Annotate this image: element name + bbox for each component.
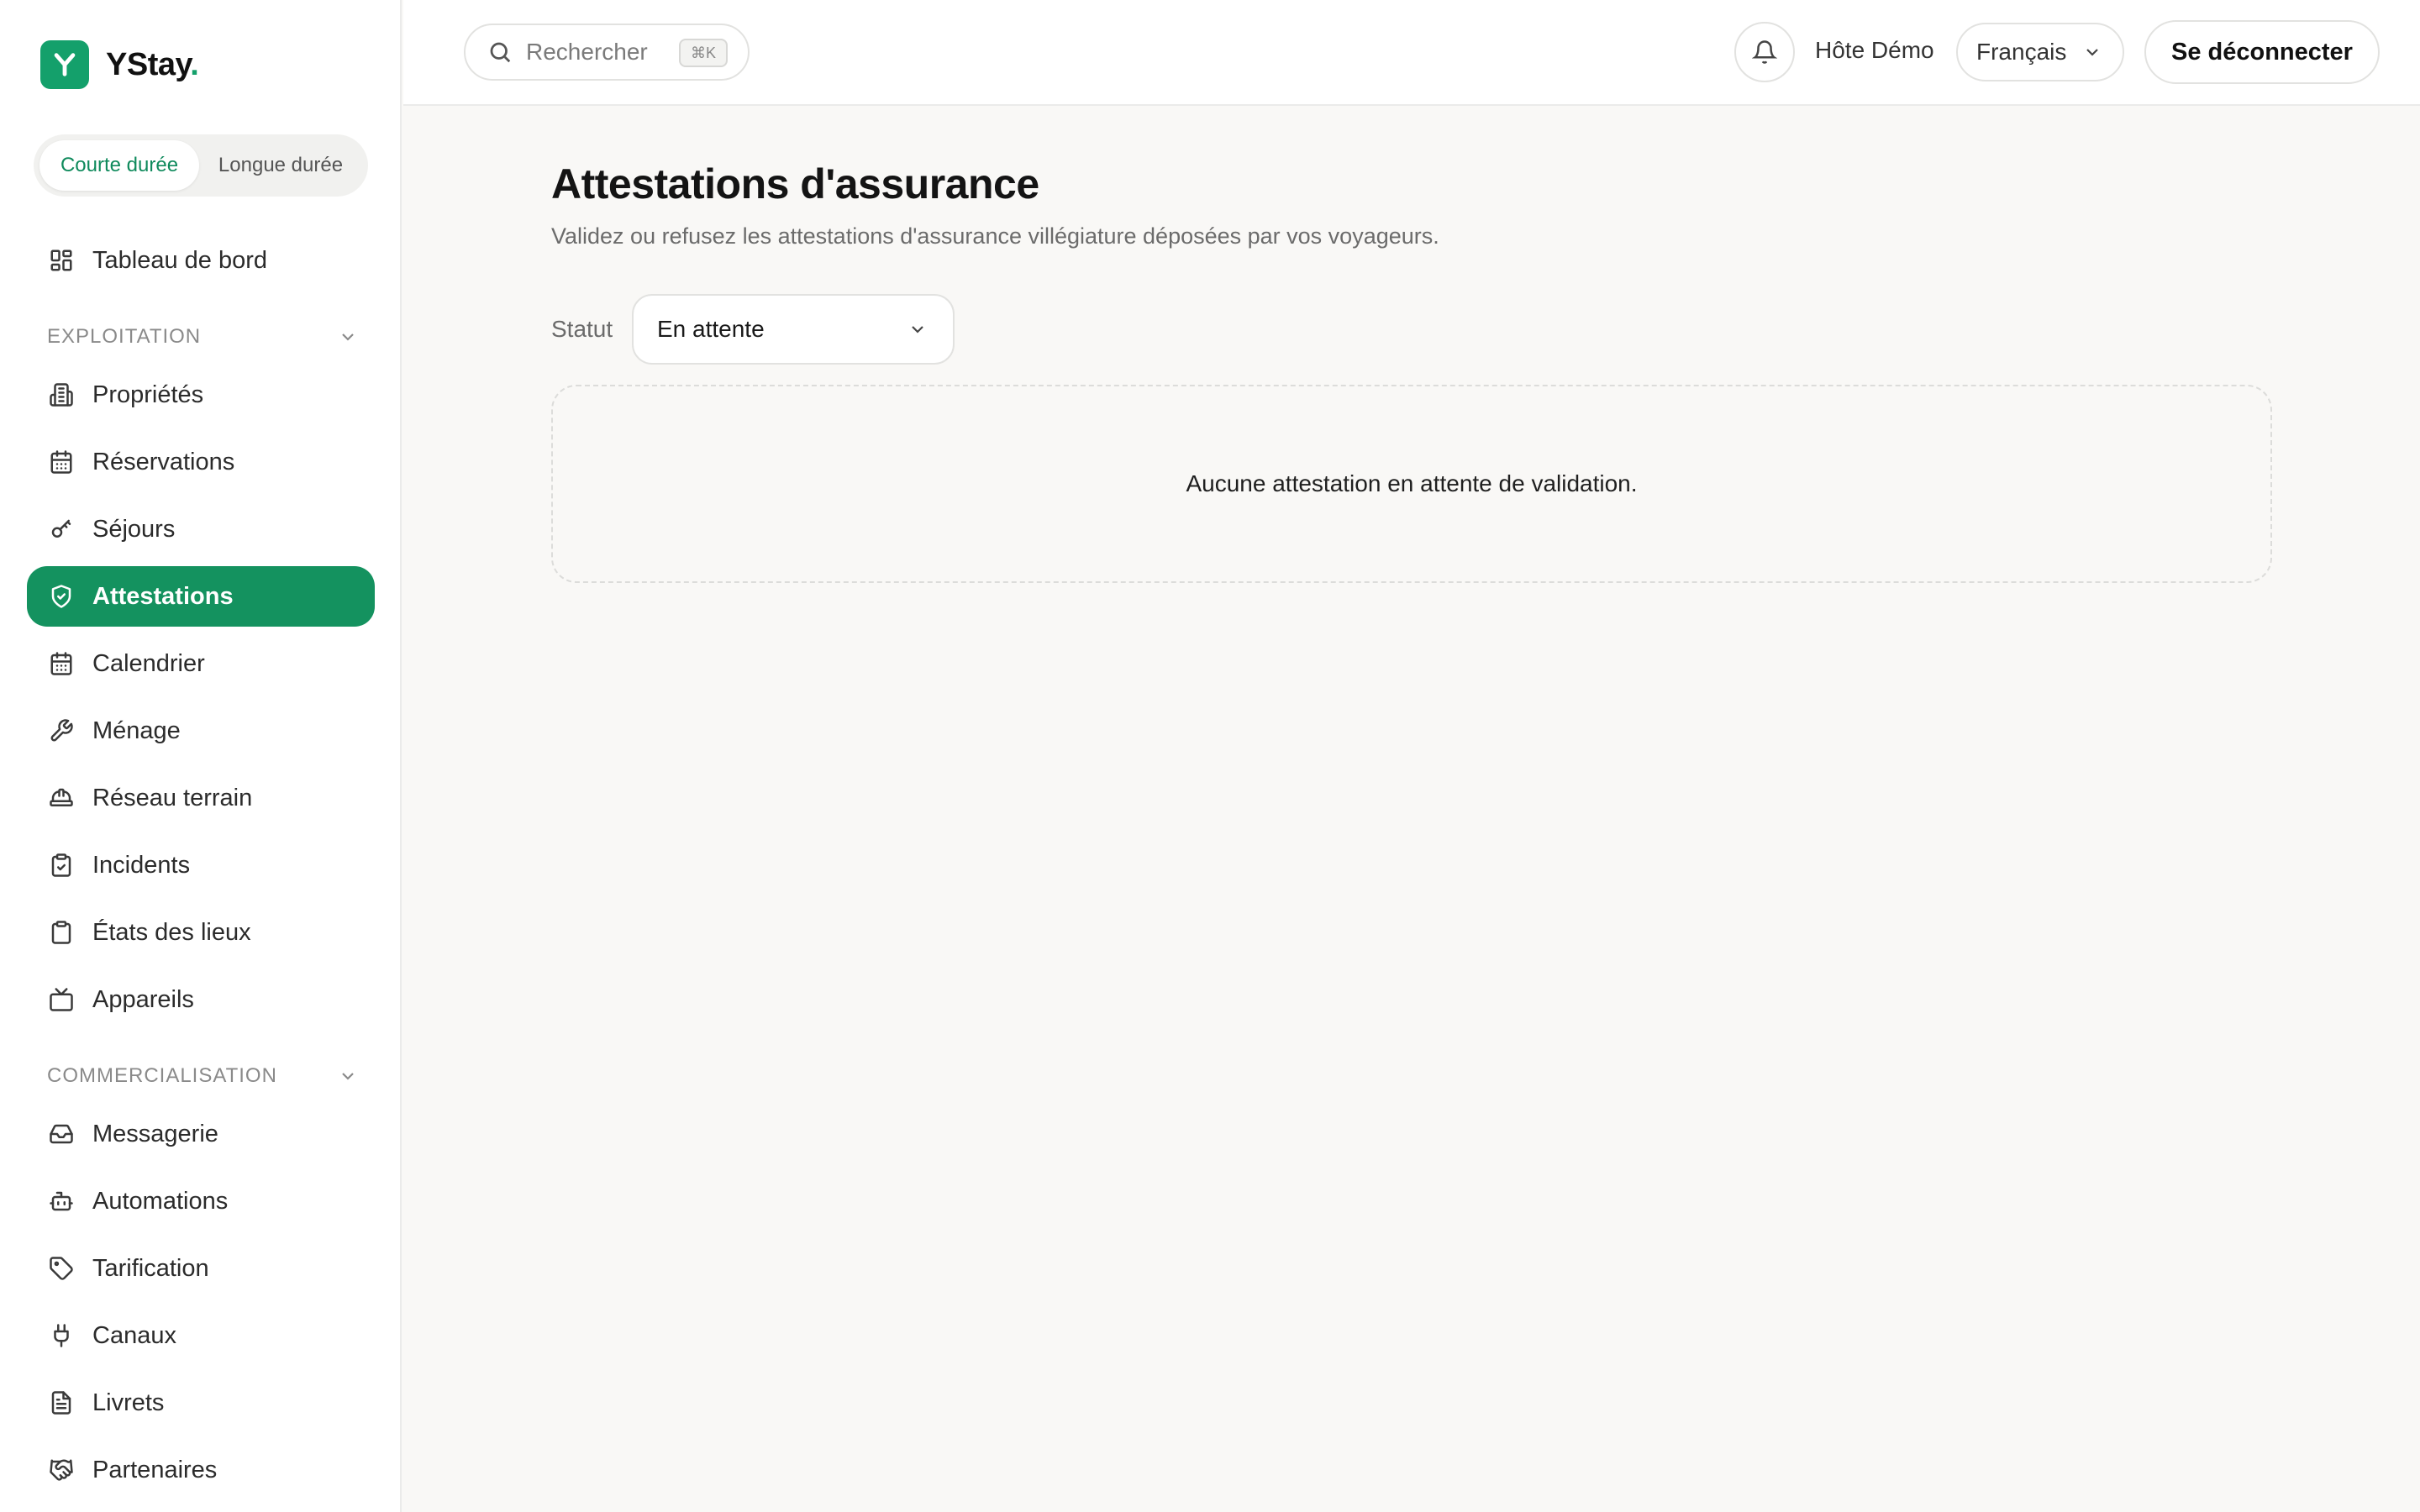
search-shortcut-badge: ⌘K — [678, 39, 728, 67]
sidebar-item-calendrier[interactable]: Calendrier — [27, 633, 375, 694]
topbar: ⌘K Hôte Démo Français Se déconnecter — [403, 0, 2420, 106]
sidebar-item-livrets[interactable]: Livrets — [27, 1373, 375, 1433]
sidebar-item-automations[interactable]: Automations — [27, 1171, 375, 1231]
section-exploitation[interactable]: EXPLOITATION — [47, 320, 358, 354]
sidebar-item-label: Tarification — [92, 1254, 209, 1282]
tag-icon — [47, 1254, 76, 1283]
sidebar-item-label: Automations — [92, 1187, 229, 1215]
section-commercialisation[interactable]: COMMERCIALISATION — [47, 1059, 358, 1093]
chevron-down-icon — [342, 1073, 354, 1080]
file-text-icon — [47, 1389, 76, 1417]
sidebar-item-label: Séjours — [92, 515, 176, 543]
language-select[interactable]: Français — [1956, 23, 2124, 81]
sidebar-item-label: Ménage — [92, 717, 181, 744]
wrench-icon — [47, 717, 76, 745]
chevron-down-icon — [912, 326, 923, 333]
bell-icon — [1752, 40, 1777, 64]
search-icon — [490, 42, 511, 63]
calendar-icon — [47, 649, 76, 678]
sidebar-item-menage[interactable]: Ménage — [27, 701, 375, 761]
brand[interactable]: YStay. — [40, 40, 199, 89]
sidebar-item-label: Partenaires — [92, 1456, 218, 1483]
user-name: Hôte Démo — [1815, 37, 1934, 63]
notifications-button[interactable] — [1734, 22, 1795, 82]
sidebar-item-messagerie[interactable]: Messagerie — [27, 1104, 375, 1164]
page-title: Attestations d'assurance — [551, 160, 1039, 207]
sidebar-item-label: Calendrier — [92, 649, 205, 677]
language-value: Français — [1976, 39, 2067, 65]
brand-name: YStay. — [106, 46, 199, 82]
mode-long-term-button[interactable]: Longue durée — [199, 140, 362, 191]
sidebar-item-label: Messagerie — [92, 1120, 218, 1147]
bot-icon — [47, 1187, 76, 1215]
sidebar-item-etats-des-lieux[interactable]: États des lieux — [27, 902, 375, 963]
sidebar-item-label: Attestations — [92, 582, 234, 610]
sidebar-item-label: Réservations — [92, 448, 235, 475]
sidebar-item-label: Canaux — [92, 1321, 176, 1349]
search-input[interactable] — [526, 39, 669, 66]
section-title: COMMERCIALISATION — [47, 1064, 277, 1087]
tv-icon — [47, 985, 76, 1014]
sidebar-item-label: Propriétés — [92, 381, 204, 408]
status-filter-label: Statut — [551, 316, 613, 342]
empty-state-message: Aucune attestation en attente de validat… — [1186, 470, 1638, 496]
mode-short-term-button[interactable]: Courte durée — [39, 140, 199, 191]
chevron-down-icon — [342, 333, 354, 341]
sidebar-item-label: États des lieux — [92, 918, 251, 946]
sidebar-item-sejours[interactable]: Séjours — [27, 499, 375, 559]
page-subtitle: Validez ou refusez les attestations d'as… — [551, 223, 1439, 249]
clipboard-icon — [47, 918, 76, 947]
dashboard-icon — [47, 246, 76, 275]
building-icon — [47, 381, 76, 409]
sidebar-item-label: Réseau terrain — [92, 784, 253, 811]
handshake-icon — [47, 1456, 76, 1484]
chevron-down-icon — [2086, 49, 2098, 56]
sidebar-item-tarification[interactable]: Tarification — [27, 1238, 375, 1299]
sidebar-item-canaux[interactable]: Canaux — [27, 1305, 375, 1366]
sidebar-item-incidents[interactable]: Incidents — [27, 835, 375, 895]
sidebar-item-reservations[interactable]: Réservations — [27, 432, 375, 492]
sidebar-item-reseau-terrain[interactable]: Réseau terrain — [27, 768, 375, 828]
sidebar-item-partenaires[interactable]: Partenaires — [27, 1440, 375, 1500]
empty-state: Aucune attestation en attente de validat… — [551, 385, 2272, 583]
status-filter-select[interactable]: En attente — [632, 294, 955, 365]
hardhat-icon — [47, 784, 76, 812]
sidebar: YStay. Courte durée Longue durée Tableau… — [0, 0, 402, 1512]
rental-mode-toggle: Courte durée Longue durée — [34, 134, 368, 197]
shield-check-icon — [47, 582, 76, 611]
sidebar-item-label: Livrets — [92, 1389, 165, 1416]
sidebar-item-label: Appareils — [92, 985, 194, 1013]
sidebar-item-proprietes[interactable]: Propriétés — [27, 365, 375, 425]
logout-button[interactable]: Se déconnecter — [2144, 20, 2380, 84]
status-filter-value: En attente — [657, 316, 765, 342]
sidebar-item-label: Tableau de bord — [92, 246, 267, 274]
sidebar-item-label: Incidents — [92, 851, 191, 879]
sidebar-item-attestations[interactable]: Attestations — [27, 566, 375, 627]
plug-icon — [47, 1321, 76, 1350]
sidebar-item-appareils[interactable]: Appareils — [27, 969, 375, 1030]
key-icon — [47, 515, 76, 543]
search-box[interactable]: ⌘K — [464, 24, 750, 81]
section-title: EXPLOITATION — [47, 325, 202, 348]
ystay-logo-icon — [40, 40, 89, 89]
clipboard-check-icon — [47, 851, 76, 879]
calendar-icon — [47, 448, 76, 476]
sidebar-item-dashboard[interactable]: Tableau de bord — [27, 230, 375, 291]
inbox-icon — [47, 1120, 76, 1148]
